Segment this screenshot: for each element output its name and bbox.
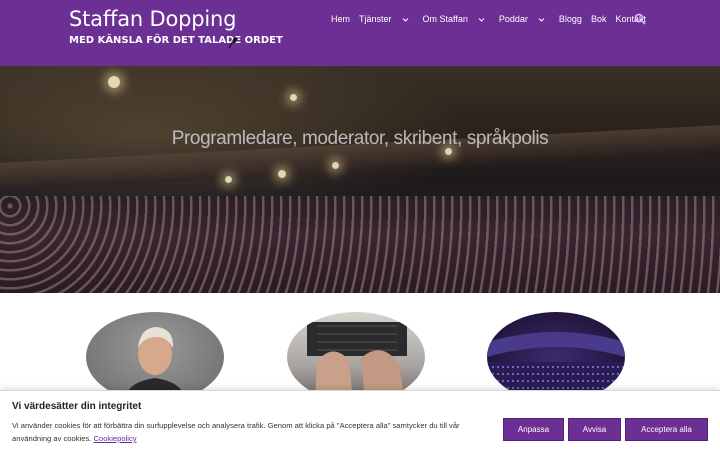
cookie-title: Vi värdesätter din integritet [12,401,142,412]
site-header: Staffan Dopping MED KÄNSLA FÖR DET TALAD… [0,0,720,66]
portrait-photo[interactable] [86,312,224,402]
hero-banner: Programledare, moderator, skribent, språ… [0,66,720,293]
cookie-description: Vi använder cookies för att förbättra di… [12,419,497,445]
audience-illustration [487,332,625,402]
main-nav: Hem Tjänster Om Staffan Poddar Blogg Bok… [331,13,646,25]
chevron-down-icon [478,17,485,22]
stage-light [108,76,120,88]
site-title[interactable]: Staffan Dopping [69,7,236,31]
chevron-down-icon [402,17,408,22]
customize-button[interactable]: Anpassa [503,418,564,441]
nav-label: Om Staffan [422,14,468,24]
microphone-icon [228,37,238,49]
portrait-illustration [124,327,186,402]
nav-label: Blogg [558,14,582,24]
search-icon[interactable] [634,13,646,25]
stage-light [225,176,232,183]
cookie-policy-link[interactable]: Cookiepolicy [94,434,137,443]
nav-item-poddar[interactable]: Poddar [499,14,546,24]
accept-all-button[interactable]: Acceptera alla [625,418,708,441]
reject-button[interactable]: Avvisa [568,418,621,441]
nav-item-tjanster[interactable]: Tjänster [359,14,410,24]
stage-light [332,162,339,169]
keyboard-hands-photo[interactable] [287,312,425,402]
nav-label: Bok [590,14,607,24]
nav-item-om-staffan[interactable]: Om Staffan [423,14,486,24]
nav-label: Hem [331,14,351,24]
stage-light [290,94,297,101]
nav-item-blogg[interactable]: Blogg [559,14,582,24]
site-tagline: MED KÄNSLA FÖR DET TALADE ORDET [69,35,283,46]
nav-label: Tjänster [359,14,392,24]
nav-item-bok[interactable]: Bok [591,14,607,24]
hero-audience-image [0,196,720,293]
keyboard-illustration [307,322,407,402]
nav-label: Poddar [498,14,528,24]
chevron-down-icon [538,17,545,22]
nav-item-hem[interactable]: Hem [331,14,350,24]
stage-light [278,170,286,178]
audience-photo[interactable] [487,312,625,402]
cookie-text: Vi använder cookies för att förbättra di… [12,421,460,443]
hero-heading: Programledare, moderator, skribent, språ… [171,128,549,149]
